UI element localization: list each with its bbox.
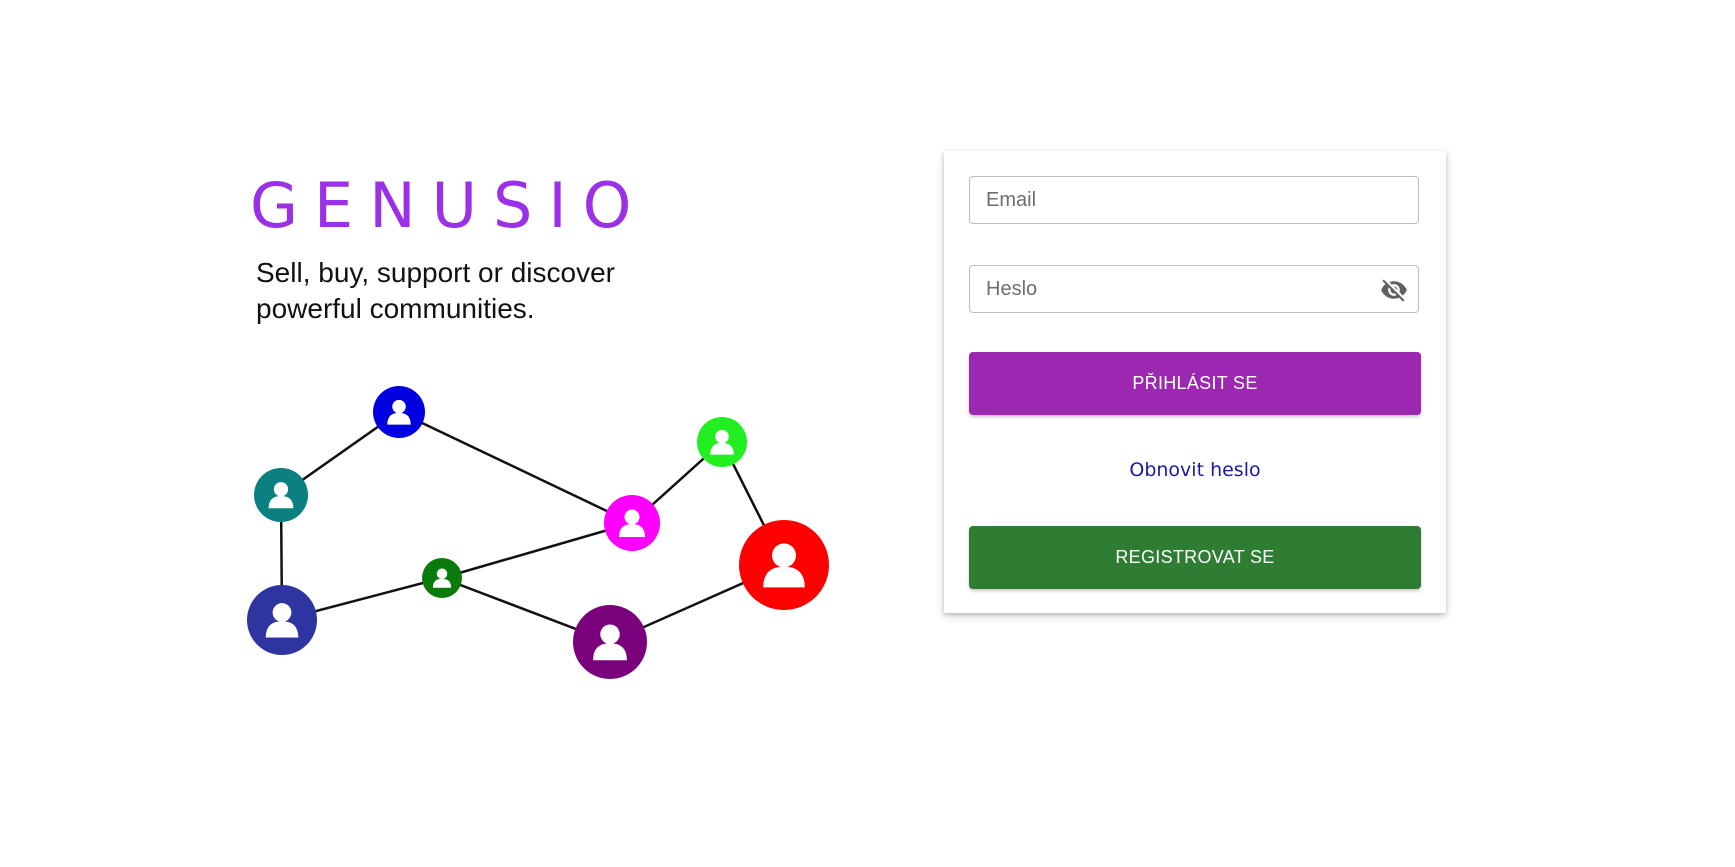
register-button[interactable]: REGISTROVAT SE <box>969 526 1421 589</box>
network-node-blue <box>373 386 425 438</box>
login-button[interactable]: PŘIHLÁSIT SE <box>969 352 1421 415</box>
community-network-illustration <box>247 386 829 679</box>
reset-password-link[interactable]: Obnovit heslo <box>969 459 1421 481</box>
tagline: Sell, buy, support or discover powerful … <box>256 257 615 324</box>
network-node-red <box>739 520 829 610</box>
network-node-lime <box>697 417 747 467</box>
network-node-purple <box>573 605 647 679</box>
eye-off-icon <box>1381 279 1407 302</box>
brand-section: GENUSIO Sell, buy, support or discover p… <box>250 175 850 327</box>
network-node-navy <box>247 585 317 655</box>
genusio-logo: GENUSIO <box>250 169 648 242</box>
login-page: GENUSIO Sell, buy, support or discover p… <box>0 0 1735 867</box>
network-node-teal <box>254 468 308 522</box>
email-field <box>969 176 1419 224</box>
network-node-small-green <box>422 558 462 598</box>
password-input[interactable] <box>970 266 1418 312</box>
login-card: PŘIHLÁSIT SE Obnovit heslo REGISTROVAT S… <box>944 151 1446 613</box>
network-node-magenta <box>604 495 660 551</box>
password-field <box>969 265 1419 313</box>
email-input[interactable] <box>970 177 1418 223</box>
toggle-password-visibility-button[interactable] <box>1380 276 1408 304</box>
